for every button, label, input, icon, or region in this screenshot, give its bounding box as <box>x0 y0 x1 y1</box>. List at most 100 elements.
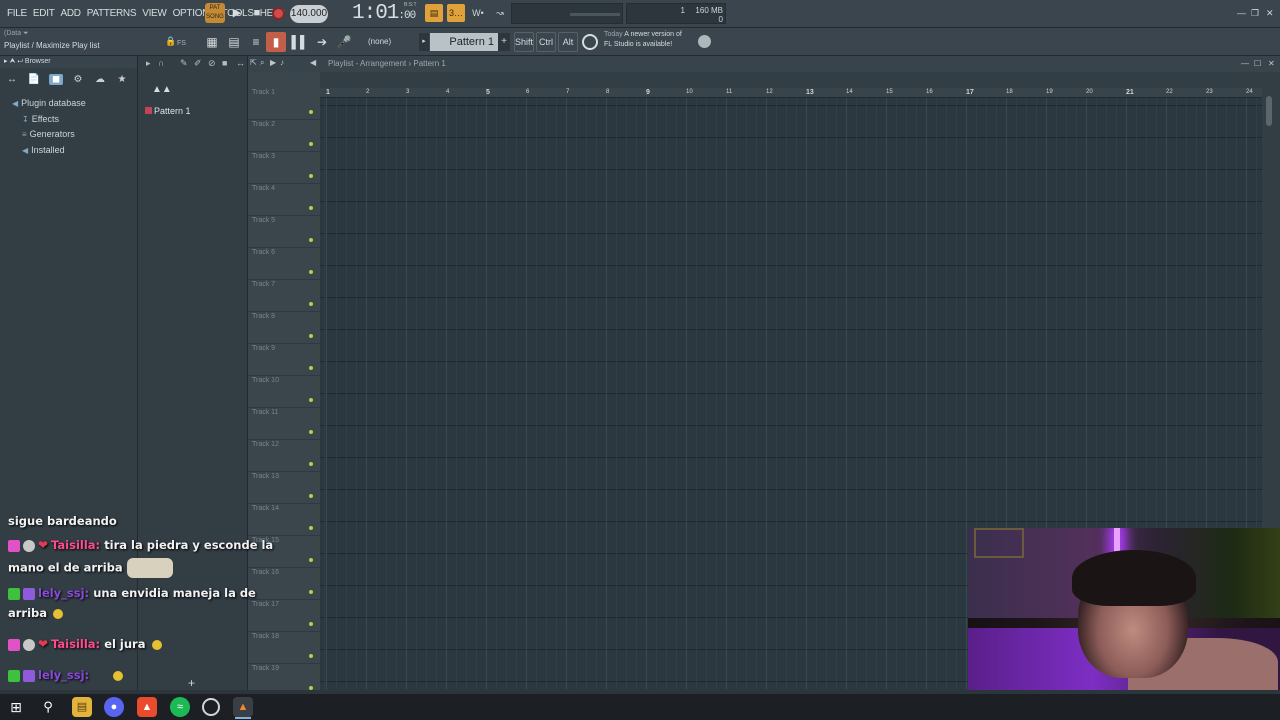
track-header[interactable]: Track 12 <box>248 440 320 472</box>
tempo-display[interactable]: 140.000 <box>290 5 328 23</box>
mixer-icon[interactable]: ▌▌ <box>290 32 310 52</box>
news-line2[interactable]: FL Studio is available! <box>604 41 672 48</box>
snap-selector[interactable]: (none) <box>368 35 414 49</box>
stop-icon[interactable]: ■ <box>248 4 266 22</box>
tree-generators[interactable]: ≡ Generators <box>22 129 75 139</box>
arrow-right-icon[interactable]: ➔ <box>312 32 332 52</box>
track-enable-led[interactable] <box>309 302 313 306</box>
menu-edit[interactable]: EDIT <box>30 8 58 19</box>
track-header[interactable]: Track 1 <box>248 88 320 120</box>
minimize-icon[interactable]: — <box>1241 59 1249 68</box>
pencil-icon[interactable]: ✎ <box>180 58 188 69</box>
picker-icon[interactable]: ▲▲ <box>152 84 172 95</box>
settings-icon[interactable]: ⚙ <box>71 74 85 85</box>
arrow-icon[interactable]: ▸ <box>146 58 151 69</box>
news-line1[interactable]: Today A newer version of <box>604 31 682 38</box>
playlist-view-icon[interactable]: ▦ <box>202 32 222 52</box>
track-header[interactable]: Track 11 <box>248 408 320 440</box>
track-enable-led[interactable] <box>309 686 313 690</box>
news-icon[interactable] <box>582 34 598 50</box>
magnet-icon[interactable]: ∩ <box>158 58 164 68</box>
alt-button[interactable]: Alt <box>558 32 578 52</box>
track-enable-led[interactable] <box>309 558 313 562</box>
track-enable-led[interactable] <box>309 526 313 530</box>
track-header[interactable]: Track 13 <box>248 472 320 504</box>
collapse-icon[interactable]: ↔ <box>5 74 19 85</box>
track-enable-led[interactable] <box>309 238 313 242</box>
fl-studio-icon[interactable]: ▲ <box>233 697 253 719</box>
spotify-icon[interactable]: ≈ <box>170 697 190 717</box>
track-enable-led[interactable] <box>309 206 313 210</box>
track-enable-led[interactable] <box>309 142 313 146</box>
metronome-icon[interactable]: ▤ <box>425 4 443 22</box>
star-icon[interactable]: ★ <box>115 74 129 85</box>
pattern-selector[interactable]: Pattern 1 <box>430 33 498 51</box>
menu-file[interactable]: FILE <box>4 8 30 19</box>
menu-view[interactable]: VIEW <box>139 8 169 19</box>
restore-icon[interactable]: ❐ <box>1251 8 1259 19</box>
track-enable-led[interactable] <box>309 654 313 658</box>
close-icon[interactable]: ✕ <box>1266 8 1274 19</box>
record-icon[interactable] <box>272 7 285 20</box>
track-enable-led[interactable] <box>309 174 313 178</box>
master-pitch-slider[interactable] <box>511 3 623 24</box>
track-header[interactable]: Track 10 <box>248 376 320 408</box>
file-icon[interactable]: 📄 <box>27 74 41 85</box>
track-enable-led[interactable] <box>309 494 313 498</box>
tree-plugin-database[interactable]: ◀ Plugin database <box>12 98 86 108</box>
zoom-icon[interactable]: ⌕ <box>260 58 264 68</box>
slip-icon[interactable]: ↔ <box>236 58 245 68</box>
track-header[interactable]: Track 2 <box>248 120 320 152</box>
speaker-icon[interactable]: ◼ <box>49 73 63 85</box>
countdown-icon[interactable]: 3… <box>447 4 465 22</box>
menu-patterns[interactable]: PATTERNS <box>84 8 139 19</box>
tree-installed[interactable]: ◀ Installed <box>22 145 65 155</box>
track-header[interactable]: Track 3 <box>248 152 320 184</box>
search-icon[interactable]: ⚲ <box>38 697 58 717</box>
track-header[interactable]: Track 6 <box>248 248 320 280</box>
track-enable-led[interactable] <box>309 398 313 402</box>
discord-icon[interactable]: ● <box>104 697 124 717</box>
tree-effects[interactable]: ↧ Effects <box>22 114 59 124</box>
clock-icon[interactable] <box>202 698 220 716</box>
track-header[interactable]: Track 5 <box>248 216 320 248</box>
timeline-ruler[interactable]: 1 2 3 4 5 6 7 8 9 10 11 12 13 14 15 16 17 18 19 20 21 22 23 24 <box>320 88 1262 98</box>
speaker-icon[interactable]: ♪ <box>280 58 284 67</box>
track-enable-led[interactable] <box>309 430 313 434</box>
cloud-icon[interactable]: ☁ <box>93 74 107 85</box>
add-pattern-button[interactable]: + <box>498 33 510 51</box>
file-explorer-icon[interactable]: ▤ <box>72 697 92 717</box>
blend-notes-icon[interactable]: ↝ <box>491 4 509 22</box>
start-icon[interactable]: ⊞ <box>6 697 26 717</box>
track-enable-led[interactable] <box>309 334 313 338</box>
track-header[interactable]: Track 7 <box>248 280 320 312</box>
shift-button[interactable]: Shift <box>514 32 534 52</box>
track-enable-led[interactable] <box>309 462 313 466</box>
select-icon[interactable]: ⇱ <box>250 58 257 67</box>
track-enable-led[interactable] <box>309 110 313 114</box>
menu-add[interactable]: ADD <box>58 8 84 19</box>
track-enable-led[interactable] <box>309 366 313 370</box>
mute-icon[interactable]: ■ <box>222 58 227 68</box>
pattern-item[interactable]: Pattern 1 <box>144 104 236 118</box>
track-header[interactable]: Track 8 <box>248 312 320 344</box>
minimize-icon[interactable]: — <box>1237 8 1246 18</box>
track-enable-led[interactable] <box>309 622 313 626</box>
delete-icon[interactable]: ⊘ <box>208 58 216 69</box>
ctrl-button[interactable]: Ctrl <box>536 32 556 52</box>
microphone-icon[interactable]: 🎤 <box>334 32 354 52</box>
maximize-icon[interactable]: ☐ <box>1254 59 1261 68</box>
track-enable-led[interactable] <box>309 590 313 594</box>
pattern-prev-icon[interactable]: ▸ <box>419 33 429 51</box>
close-icon[interactable]: ✕ <box>1268 59 1275 68</box>
track-enable-led[interactable] <box>309 270 313 274</box>
back-icon[interactable]: ◀ <box>310 58 316 67</box>
brave-icon[interactable]: ▲ <box>137 697 157 717</box>
globe-icon[interactable] <box>698 35 711 48</box>
lock-icon[interactable]: 🔒 <box>165 36 176 47</box>
mixer-highlight-icon[interactable]: ▮ <box>266 32 286 52</box>
play-icon[interactable]: ▶ <box>228 4 246 22</box>
piano-roll-icon[interactable]: ▤ <box>224 32 244 52</box>
paint-icon[interactable]: ✐ <box>194 58 202 69</box>
wait-input-icon[interactable]: W• <box>469 4 487 22</box>
